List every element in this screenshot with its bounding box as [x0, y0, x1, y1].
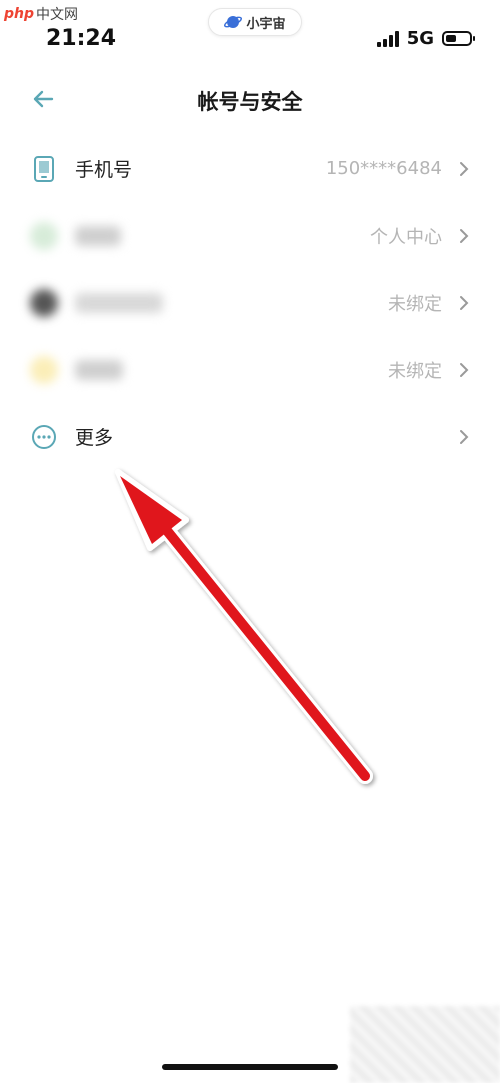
signal-icon	[376, 30, 399, 47]
chevron-right-icon	[460, 295, 469, 310]
site-watermark: php 中文网	[4, 4, 78, 24]
island-label: 小宇宙	[246, 16, 286, 32]
row-value: 150****6484	[325, 158, 442, 179]
planet-icon	[224, 16, 243, 28]
row-value: 未绑定	[388, 293, 442, 315]
home-indicator[interactable]	[162, 1064, 338, 1070]
blurred-label	[75, 225, 121, 246]
chevron-right-icon	[460, 429, 469, 444]
blurred-app-icon	[30, 221, 58, 250]
network-type: 5G	[406, 28, 434, 49]
row-more[interactable]: 更多	[0, 403, 500, 470]
now-playing-pill[interactable]: 小宇宙	[208, 8, 302, 36]
nav-bar: 帐号与安全	[0, 76, 500, 122]
corner-mosaic	[350, 1006, 500, 1083]
watermark-site: 中文网	[36, 7, 79, 23]
row-value: 未绑定	[388, 360, 442, 382]
battery-icon	[442, 31, 475, 46]
status-time: 21:24	[46, 26, 117, 51]
blurred-label	[75, 292, 163, 313]
blurred-app-icon	[30, 355, 58, 384]
chevron-right-icon	[460, 362, 469, 377]
more-icon	[32, 424, 56, 449]
row-blurred-2[interactable]: 未绑定	[0, 269, 500, 336]
phone-icon	[34, 155, 54, 182]
row-blurred-3[interactable]: 未绑定	[0, 336, 500, 403]
row-blurred-1[interactable]: 个人中心	[0, 202, 500, 269]
row-value: 个人中心	[370, 226, 442, 248]
status-indicators: 5G	[376, 28, 475, 49]
blurred-label	[75, 359, 123, 380]
account-security-list: 手机号 150****6484 个人中心 未绑定 未绑定 更多	[0, 135, 500, 470]
chevron-right-icon	[460, 228, 469, 243]
page-title: 帐号与安全	[197, 90, 303, 114]
row-label: 更多	[75, 427, 114, 449]
watermark-php: php	[4, 6, 35, 22]
blurred-app-icon	[30, 288, 58, 317]
chevron-right-icon	[460, 161, 469, 176]
row-label: 手机号	[75, 159, 133, 181]
row-phone-number[interactable]: 手机号 150****6484	[0, 135, 500, 202]
